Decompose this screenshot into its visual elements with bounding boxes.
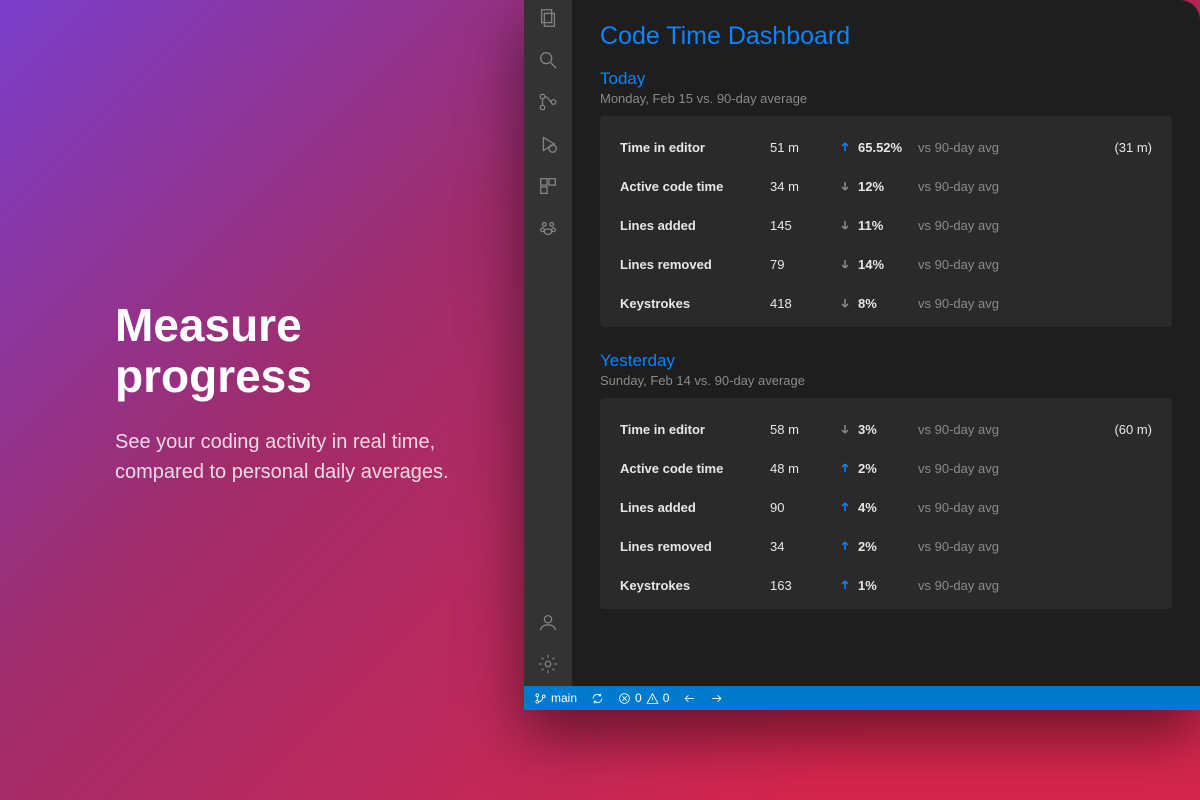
- nav-forward-icon[interactable]: [710, 692, 723, 705]
- metric-label: Lines removed: [620, 257, 770, 272]
- sync-icon[interactable]: [591, 692, 604, 705]
- metric-pct: 12%: [858, 179, 918, 194]
- promo-block: Measure progress See your coding activit…: [115, 300, 455, 487]
- metric-row: Time in editor58 m 3%vs 90-day avg (60 m): [608, 410, 1164, 449]
- metric-value: 79: [770, 257, 840, 272]
- metric-value: 34 m: [770, 179, 840, 194]
- files-icon[interactable]: [536, 6, 560, 30]
- metric-compare: vs 90-day avg: [918, 296, 1028, 311]
- arrow-up-icon: [840, 539, 858, 554]
- arrow-up-icon: [840, 500, 858, 515]
- metric-label: Active code time: [620, 179, 770, 194]
- editor-window: Code Time Dashboard Today Monday, Feb 15 …: [524, 0, 1200, 710]
- metric-label: Time in editor: [620, 422, 770, 437]
- metrics-box: Time in editor51 m65.52%vs 90-day avg(31…: [600, 116, 1172, 327]
- arrow-up-icon: [840, 578, 858, 593]
- metric-pct: 14%: [858, 257, 918, 272]
- metric-reference: (60 m): [1114, 422, 1152, 437]
- section-subtitle: Monday, Feb 15 vs. 90-day average: [600, 91, 1172, 106]
- metric-value: 58 m: [770, 422, 840, 437]
- metric-pct: 11%: [858, 218, 918, 233]
- metric-pct: 3%: [858, 422, 918, 437]
- metric-label: Active code time: [620, 461, 770, 476]
- arrow-down-icon: [840, 179, 858, 194]
- metric-value: 51 m: [770, 140, 840, 155]
- metric-row: Keystrokes418 8%vs 90-day avg: [608, 284, 1164, 323]
- run-debug-icon[interactable]: [536, 132, 560, 156]
- metric-compare: vs 90-day avg: [918, 461, 1028, 476]
- metric-pct: 1%: [858, 578, 918, 593]
- metric-compare: vs 90-day avg: [918, 578, 1028, 593]
- arrow-down-icon: [840, 296, 858, 311]
- section-subtitle: Sunday, Feb 14 vs. 90-day average: [600, 373, 1172, 388]
- metric-compare: vs 90-day avg: [918, 140, 1028, 155]
- metric-row: Keystrokes163 1%vs 90-day avg: [608, 566, 1164, 605]
- metric-label: Keystrokes: [620, 296, 770, 311]
- activity-bar: [524, 0, 572, 686]
- metric-row: Lines removed34 2%vs 90-day avg: [608, 527, 1164, 566]
- extensions-icon[interactable]: [536, 174, 560, 198]
- search-icon[interactable]: [536, 48, 560, 72]
- error-count: 0: [635, 691, 642, 705]
- metric-value: 34: [770, 539, 840, 554]
- branch-name: main: [551, 691, 577, 705]
- metrics-box: Time in editor58 m3%vs 90-day avg(60 m)A…: [600, 398, 1172, 609]
- metric-pct: 8%: [858, 296, 918, 311]
- metric-row: Lines removed79 14%vs 90-day avg: [608, 245, 1164, 284]
- arrow-down-icon: [840, 218, 858, 233]
- dashboard-title: Code Time Dashboard: [600, 22, 1172, 51]
- arrow-down-icon: [840, 257, 858, 272]
- metric-label: Lines removed: [620, 539, 770, 554]
- section-title: Today: [600, 69, 1172, 89]
- warning-count: 0: [663, 691, 670, 705]
- metric-row: Lines added90 4%vs 90-day avg: [608, 488, 1164, 527]
- metric-value: 145: [770, 218, 840, 233]
- metric-compare: vs 90-day avg: [918, 257, 1028, 272]
- arrow-down-icon: [840, 422, 858, 437]
- metric-row: Active code time34 m 12%vs 90-day avg: [608, 167, 1164, 206]
- status-bar: main 0 0: [524, 686, 1200, 710]
- branch-indicator[interactable]: main: [534, 691, 577, 705]
- metric-row: Lines added145 11%vs 90-day avg: [608, 206, 1164, 245]
- metric-label: Keystrokes: [620, 578, 770, 593]
- metric-reference: (31 m): [1114, 140, 1152, 155]
- promo-headline: Measure progress: [115, 300, 455, 401]
- section-title: Yesterday: [600, 351, 1172, 371]
- paw-icon[interactable]: [536, 216, 560, 240]
- metric-label: Time in editor: [620, 140, 770, 155]
- metric-pct: 2%: [858, 461, 918, 476]
- metric-row: Time in editor51 m 65.52%vs 90-day avg (31…: [608, 128, 1164, 167]
- metric-label: Lines added: [620, 500, 770, 515]
- metric-value: 48 m: [770, 461, 840, 476]
- metric-pct: 4%: [858, 500, 918, 515]
- metric-pct: 2%: [858, 539, 918, 554]
- nav-back-icon[interactable]: [683, 692, 696, 705]
- metric-value: 418: [770, 296, 840, 311]
- arrow-up-icon: [840, 461, 858, 476]
- metric-value: 163: [770, 578, 840, 593]
- metric-row: Active code time48 m 2%vs 90-day avg: [608, 449, 1164, 488]
- metric-compare: vs 90-day avg: [918, 500, 1028, 515]
- metric-pct: 65.52%: [858, 140, 918, 155]
- settings-gear-icon[interactable]: [536, 652, 560, 676]
- arrow-up-icon: [840, 140, 858, 155]
- source-control-icon[interactable]: [536, 90, 560, 114]
- metric-compare: vs 90-day avg: [918, 539, 1028, 554]
- metric-label: Lines added: [620, 218, 770, 233]
- metric-compare: vs 90-day avg: [918, 422, 1028, 437]
- dashboard-panel: Code Time Dashboard Today Monday, Feb 15 …: [572, 0, 1200, 686]
- problems-indicator[interactable]: 0 0: [618, 691, 669, 705]
- metric-compare: vs 90-day avg: [918, 179, 1028, 194]
- account-icon[interactable]: [536, 610, 560, 634]
- metric-compare: vs 90-day avg: [918, 218, 1028, 233]
- metric-value: 90: [770, 500, 840, 515]
- promo-subtext: See your coding activity in real time, c…: [115, 427, 455, 487]
